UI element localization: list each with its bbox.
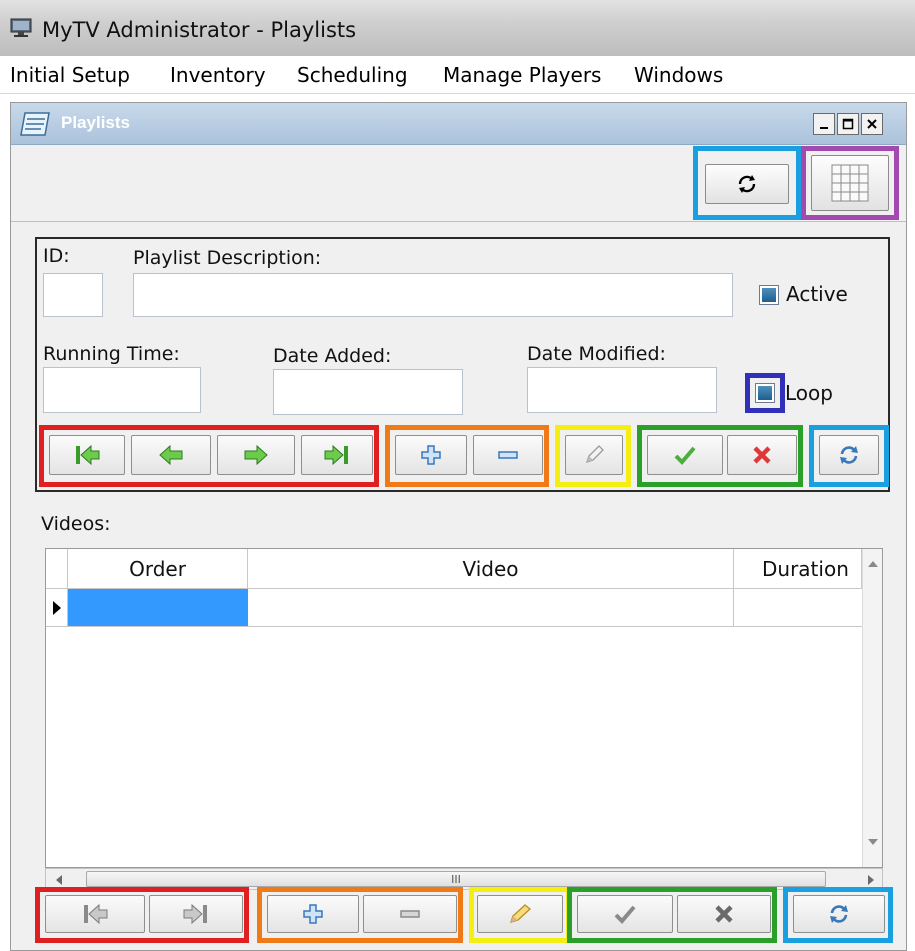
loop-checkbox[interactable] <box>755 383 775 403</box>
child-title-bar[interactable]: Playlists <box>11 103 906 145</box>
grid-refresh-button[interactable] <box>793 895 885 933</box>
close-icon <box>867 119 877 129</box>
refresh-button[interactable] <box>705 164 789 204</box>
checkmark-icon <box>674 446 696 465</box>
grid-pencil-icon <box>509 904 531 923</box>
videos-label: Videos: <box>41 513 111 535</box>
scroll-left-icon[interactable] <box>54 874 64 886</box>
cell-order[interactable] <box>68 589 248 627</box>
menu-manage-players[interactable]: Manage Players <box>443 63 601 87</box>
first-icon <box>76 444 100 466</box>
column-header-video[interactable]: Video <box>248 549 734 589</box>
window-toolbar <box>11 146 906 222</box>
refresh-icon <box>738 175 756 193</box>
scroll-right-icon[interactable] <box>866 874 876 886</box>
pencil-icon <box>585 445 604 464</box>
menu-initial-setup[interactable]: Initial Setup <box>10 63 130 87</box>
description-field[interactable] <box>133 273 733 317</box>
refresh-record-button[interactable] <box>819 435 879 475</box>
playlist-form: ID: Playlist Description: Active Running… <box>35 237 890 492</box>
cell-video[interactable] <box>248 589 734 627</box>
date-modified-label: Date Modified: <box>527 343 666 365</box>
window-title: MyTV Administrator - Playlists <box>42 18 357 42</box>
minus-icon <box>498 451 518 459</box>
child-window-title: Playlists <box>61 113 130 132</box>
playlist-icon <box>19 111 51 137</box>
grid-cancel-button[interactable] <box>677 895 771 933</box>
next-icon <box>244 444 268 466</box>
remove-record-button[interactable] <box>473 435 543 475</box>
minimize-icon <box>820 127 828 129</box>
grid-save-button[interactable] <box>577 895 673 933</box>
grid-add-button[interactable] <box>267 895 359 933</box>
monitor-icon <box>10 18 32 38</box>
running-time-field[interactable] <box>43 367 201 413</box>
active-checkbox[interactable] <box>759 285 779 305</box>
grid-sync-icon <box>830 905 848 923</box>
plus-icon <box>421 445 441 465</box>
column-header-duration[interactable]: Duration <box>734 549 862 589</box>
cell-duration[interactable] <box>734 589 862 627</box>
grid-minus-icon <box>400 910 420 918</box>
first-record-button[interactable] <box>49 435 125 475</box>
previous-record-button[interactable] <box>131 435 211 475</box>
description-label: Playlist Description: <box>133 247 322 269</box>
row-header-corner <box>46 549 68 589</box>
previous-disabled-icon <box>84 903 108 925</box>
grid-edit-button[interactable] <box>477 895 563 933</box>
menu-bar: Initial Setup Inventory Scheduling Manag… <box>0 56 915 94</box>
next-record-button[interactable] <box>217 435 295 475</box>
date-added-label: Date Added: <box>273 345 392 367</box>
menu-inventory[interactable]: Inventory <box>170 63 266 87</box>
grid-next-button[interactable] <box>149 895 243 933</box>
menu-scheduling[interactable]: Scheduling <box>297 63 408 87</box>
date-modified-field[interactable] <box>527 367 717 413</box>
videos-grid[interactable]: Order Video Duration <box>45 548 883 868</box>
column-header-order[interactable]: Order <box>68 549 248 589</box>
menu-windows[interactable]: Windows <box>634 63 723 87</box>
add-record-button[interactable] <box>395 435 467 475</box>
close-button[interactable] <box>861 113 883 135</box>
loop-label: Loop <box>785 381 833 405</box>
last-record-button[interactable] <box>301 435 373 475</box>
window-title-bar[interactable]: MyTV Administrator - Playlists <box>0 0 915 56</box>
grid-checkmark-icon <box>614 905 636 924</box>
sync-icon <box>840 446 858 464</box>
maximize-button[interactable] <box>837 113 859 135</box>
minimize-button[interactable] <box>813 113 835 135</box>
row-selector[interactable] <box>46 589 68 627</box>
id-field[interactable] <box>43 273 103 317</box>
scroll-thumb[interactable]: III <box>86 871 826 887</box>
previous-icon <box>159 444 183 466</box>
current-row-icon <box>52 600 61 615</box>
grid-button[interactable] <box>811 155 889 211</box>
cancel-record-button[interactable] <box>727 435 797 475</box>
grid-previous-button[interactable] <box>45 895 145 933</box>
vertical-scrollbar[interactable] <box>862 549 882 867</box>
grid-plus-icon <box>303 904 323 924</box>
edit-record-button[interactable] <box>565 435 623 475</box>
grid-cross-icon <box>715 905 733 923</box>
active-label: Active <box>786 282 848 306</box>
grid-remove-button[interactable] <box>363 895 457 933</box>
id-label: ID: <box>43 245 70 267</box>
last-icon <box>324 444 348 466</box>
date-added-field[interactable] <box>273 369 463 415</box>
running-time-label: Running Time: <box>43 343 180 365</box>
scroll-up-icon[interactable] <box>867 559 879 569</box>
save-record-button[interactable] <box>647 435 723 475</box>
grid-icon <box>831 164 869 202</box>
maximize-icon <box>842 118 854 130</box>
next-disabled-icon <box>183 903 207 925</box>
cross-icon <box>753 446 771 464</box>
scroll-down-icon[interactable] <box>867 837 879 847</box>
playlists-window: Playlists ID: Playlist Description: Acti… <box>10 102 907 951</box>
